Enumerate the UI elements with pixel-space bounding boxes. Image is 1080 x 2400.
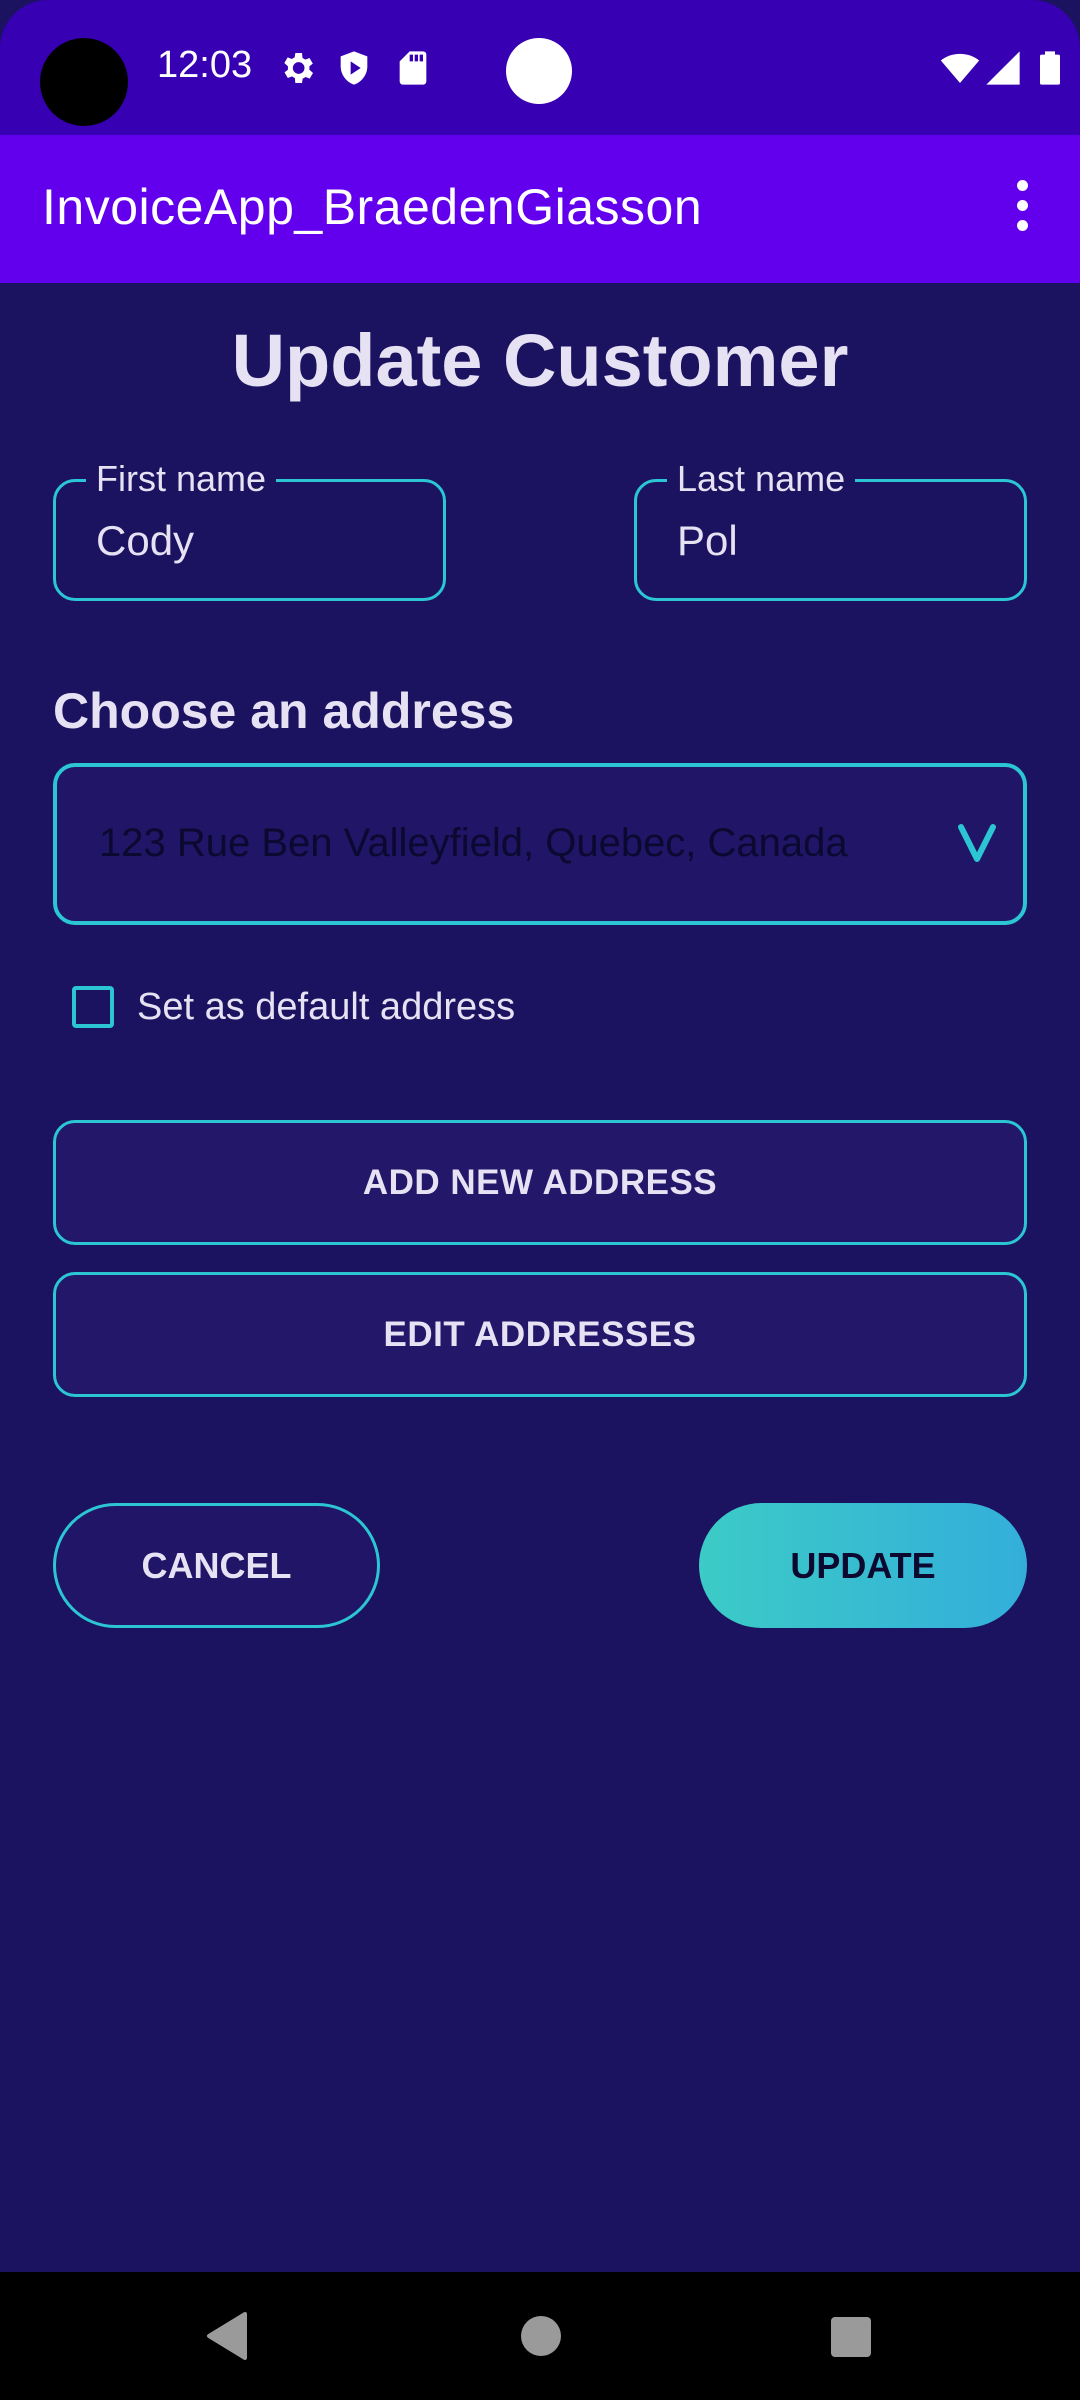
address-dropdown[interactable]: 123 Rue Ben Valleyfield, Quebec, Canada	[53, 763, 1027, 925]
back-icon[interactable]	[203, 2310, 249, 2362]
cancel-button[interactable]: CANCEL	[53, 1503, 380, 1628]
add-new-address-button[interactable]: ADD NEW ADDRESS	[53, 1120, 1027, 1245]
page-title: Update Customer	[231, 319, 849, 402]
address-section-label: Choose an address	[53, 683, 515, 739]
front-camera	[40, 38, 128, 126]
edit-addresses-button[interactable]: EDIT ADDRESSES	[53, 1272, 1027, 1397]
screen: 12:03 InvoiceApp_BraedenGiasson Update C…	[0, 0, 1080, 2400]
camera-indicator-dot	[506, 38, 572, 104]
status-time: 12:03	[157, 44, 253, 86]
wifi-icon	[940, 53, 980, 83]
update-button[interactable]: UPDATE	[699, 1503, 1027, 1628]
first-name-field[interactable]: First name Cody	[53, 458, 446, 601]
battery-icon	[1040, 51, 1060, 85]
first-name-value[interactable]: Cody	[96, 517, 194, 565]
shield-icon	[340, 51, 368, 85]
recents-icon[interactable]	[831, 2317, 871, 2357]
last-name-field[interactable]: Last name Pol	[634, 458, 1027, 601]
home-icon[interactable]	[521, 2316, 561, 2356]
signal-icon	[986, 51, 1020, 85]
sd-card-icon	[399, 51, 427, 85]
address-selected-value: 123 Rue Ben Valleyfield, Quebec, Canada	[99, 821, 848, 865]
overflow-menu-icon[interactable]	[1000, 180, 1044, 240]
chevron-down-icon	[958, 824, 996, 862]
first-name-label: First name	[86, 458, 277, 500]
default-address-checkbox[interactable]	[72, 986, 114, 1028]
app-title: InvoiceApp_BraedenGiasson	[42, 179, 703, 235]
default-address-label[interactable]: Set as default address	[137, 986, 515, 1029]
settings-icon	[284, 53, 313, 83]
last-name-value[interactable]: Pol	[677, 517, 738, 565]
last-name-label: Last name	[667, 458, 856, 500]
